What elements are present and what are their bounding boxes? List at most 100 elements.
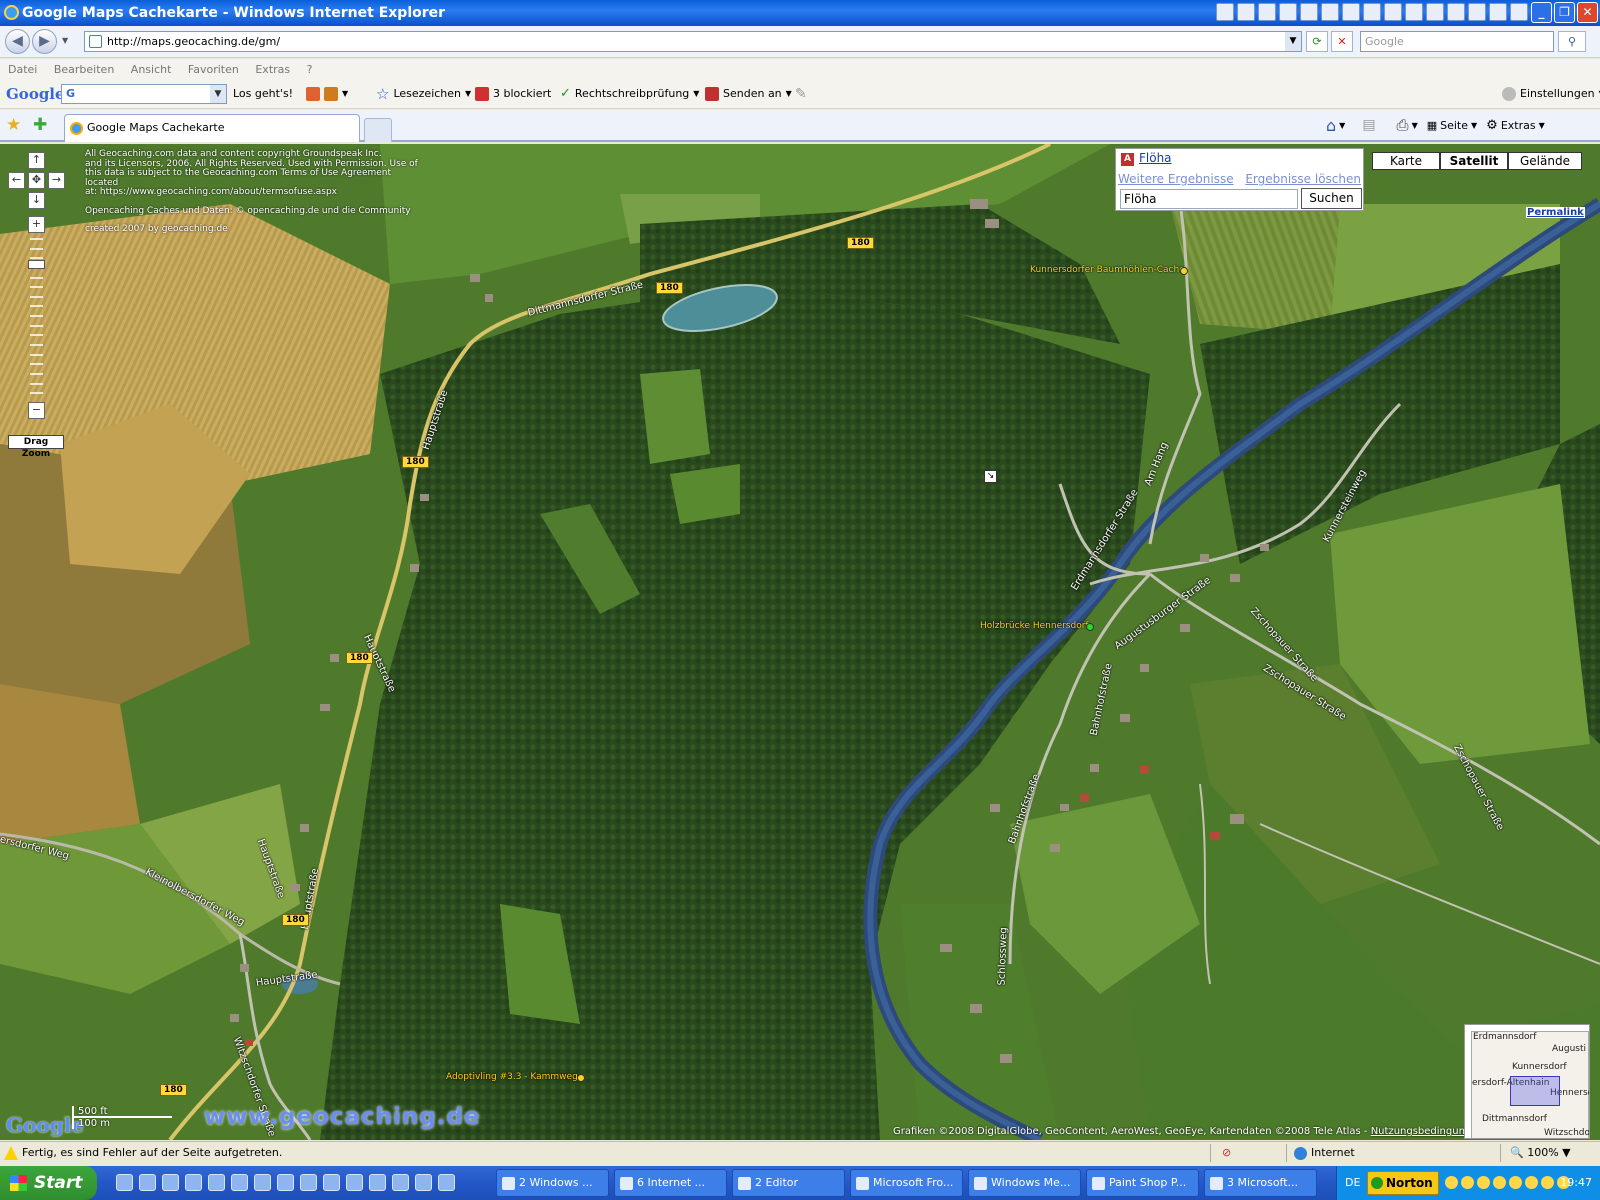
feed-icon[interactable]: ▤ xyxy=(1362,117,1375,133)
tray-icon[interactable] xyxy=(1541,1176,1554,1189)
chevron-down-icon[interactable]: ▼ xyxy=(1285,32,1301,51)
search-button[interactable]: Suchen xyxy=(1301,188,1362,209)
puzzle-icon[interactable] xyxy=(324,87,338,101)
zoom-in-button[interactable]: + xyxy=(28,216,45,233)
tray-icon[interactable] xyxy=(1493,1176,1506,1189)
print-icon[interactable]: ⎙ xyxy=(1397,116,1409,134)
app-icon[interactable] xyxy=(1468,3,1486,21)
quicklaunch-icon[interactable] xyxy=(254,1174,271,1191)
taskbar-button[interactable]: Paint Shop P... xyxy=(1086,1169,1199,1197)
new-tab-button[interactable] xyxy=(364,118,392,142)
security-zone[interactable]: Internet xyxy=(1294,1142,1355,1164)
send-button[interactable]: Senden an ▼ xyxy=(705,81,792,107)
app-icon[interactable] xyxy=(1405,3,1423,21)
quicklaunch-icon[interactable] xyxy=(231,1174,248,1191)
quicklaunch-icon[interactable] xyxy=(369,1174,386,1191)
popup-blocker-button[interactable]: 3 blockiert xyxy=(475,81,551,107)
app-icon[interactable] xyxy=(1384,3,1402,21)
menu-edit[interactable]: Bearbeiten xyxy=(54,63,114,76)
cache-label[interactable]: Holzbrücke Hennersdorf xyxy=(980,621,1089,631)
tray-icon[interactable] xyxy=(1509,1176,1522,1189)
tray-icon[interactable] xyxy=(1445,1176,1458,1189)
zoom-level[interactable]: 🔍 100% ▼ xyxy=(1510,1142,1571,1164)
taskbar-button[interactable]: 6 Internet ... xyxy=(614,1169,727,1197)
map-type-karte[interactable]: Karte xyxy=(1372,152,1440,170)
app-icon[interactable] xyxy=(1426,3,1444,21)
tab-google-maps-cachekarte[interactable]: Google Maps Cachekarte xyxy=(64,114,360,142)
taskbar-button[interactable]: 3 Microsoft... xyxy=(1204,1169,1317,1197)
app-icon[interactable] xyxy=(1216,3,1234,21)
warning-icon[interactable] xyxy=(4,1146,18,1160)
chevron-down-icon[interactable]: ▼ xyxy=(342,81,348,107)
chevron-down-icon[interactable]: ▼ xyxy=(1339,121,1345,130)
taskbar-button[interactable]: 2 Windows ... xyxy=(496,1169,609,1197)
drag-zoom-button[interactable]: Drag Zoom xyxy=(8,435,64,459)
search-result-link[interactable]: Flöha xyxy=(1139,151,1172,165)
tray-icon[interactable] xyxy=(1525,1176,1538,1189)
chevron-down-icon[interactable]: ▼ xyxy=(1412,121,1418,130)
app-icon[interactable] xyxy=(1258,3,1276,21)
cache-marker[interactable] xyxy=(1086,623,1094,631)
menu-file[interactable]: Datei xyxy=(8,63,37,76)
chevron-down-icon[interactable]: ▼ xyxy=(1539,121,1545,130)
quicklaunch-icon[interactable] xyxy=(116,1174,133,1191)
place-search-input[interactable] xyxy=(1120,189,1298,209)
chevron-down-icon[interactable]: ▼ xyxy=(1471,121,1477,130)
norton-button[interactable]: Norton xyxy=(1367,1171,1439,1195)
map-type-satellit[interactable]: Satellit xyxy=(1440,152,1508,170)
home-icon[interactable]: ⌂ xyxy=(1326,116,1336,135)
app-icon[interactable] xyxy=(1363,3,1381,21)
spellcheck-button[interactable]: ✓ Rechtschreibprüfung ▼ xyxy=(560,81,699,107)
geocaching-watermark[interactable]: www.geocaching.de xyxy=(204,1104,481,1130)
quicklaunch-icon[interactable] xyxy=(415,1174,432,1191)
app-icon[interactable] xyxy=(1279,3,1297,21)
pan-up-button[interactable]: ↑ xyxy=(28,152,45,169)
quicklaunch-icon[interactable] xyxy=(208,1174,225,1191)
taskbar-button[interactable]: Windows Me... xyxy=(968,1169,1081,1197)
taskbar-button[interactable]: 2 Editor xyxy=(732,1169,845,1197)
quicklaunch-icon[interactable] xyxy=(346,1174,363,1191)
quicklaunch-icon[interactable] xyxy=(392,1174,409,1191)
app-icon[interactable] xyxy=(1300,3,1318,21)
forward-button[interactable]: ▶ xyxy=(32,29,57,54)
app-icon[interactable] xyxy=(1342,3,1360,21)
tray-icon[interactable] xyxy=(1461,1176,1474,1189)
clear-results-link[interactable]: Ergebnisse löschen xyxy=(1245,172,1361,186)
google-search-input[interactable]: G ▼ xyxy=(61,84,227,104)
quicklaunch-icon[interactable] xyxy=(300,1174,317,1191)
quicklaunch-icon[interactable] xyxy=(323,1174,340,1191)
app-icon[interactable] xyxy=(1237,3,1255,21)
go-button[interactable]: Los geht's! xyxy=(233,81,293,107)
pan-right-button[interactable]: → xyxy=(48,172,65,189)
close-button[interactable]: ✕ xyxy=(1577,2,1598,23)
settings-button[interactable]: Einstellungen▼ xyxy=(1502,81,1600,107)
back-button[interactable]: ◀ xyxy=(5,29,30,54)
menu-view[interactable]: Ansicht xyxy=(131,63,172,76)
quicklaunch-icon[interactable] xyxy=(162,1174,179,1191)
protected-mode-icon[interactable]: ⊘ xyxy=(1222,1142,1231,1164)
page-menu[interactable]: Seite xyxy=(1440,119,1468,132)
map-type-gelaende[interactable]: Gelände xyxy=(1508,152,1582,170)
app-icon[interactable] xyxy=(1321,3,1339,21)
quicklaunch-icon[interactable] xyxy=(277,1174,294,1191)
url-input[interactable]: http://maps.geocaching.de/gm/ ▼ xyxy=(84,31,1302,52)
add-favorites-icon[interactable]: ✚ xyxy=(33,115,47,135)
cache-label[interactable]: Kunnersdorfer Baumhöhlen-Cache xyxy=(1030,265,1185,275)
quicklaunch-icon[interactable] xyxy=(185,1174,202,1191)
start-button[interactable]: Start xyxy=(0,1166,97,1200)
permalink-link[interactable]: Permalink xyxy=(1526,207,1585,218)
more-results-link[interactable]: Weitere Ergebnisse xyxy=(1118,172,1234,186)
menu-help[interactable]: ? xyxy=(307,63,313,76)
stop-button[interactable]: ✕ xyxy=(1331,31,1353,52)
search-input[interactable]: Google xyxy=(1360,31,1554,52)
pencil-icon[interactable]: ✎ xyxy=(795,81,807,107)
minimize-button[interactable]: _ xyxy=(1531,2,1552,23)
app-icon[interactable] xyxy=(1447,3,1465,21)
refresh-button[interactable]: ⟳ xyxy=(1306,31,1328,52)
pan-down-button[interactable]: ↓ xyxy=(28,192,45,209)
quicklaunch-icon[interactable] xyxy=(438,1174,455,1191)
pan-left-button[interactable]: ← xyxy=(8,172,25,189)
tray-icon[interactable] xyxy=(1477,1176,1490,1189)
overview-map[interactable]: Erdmannsdorf Augusti Kunnersdorf ersdorf… xyxy=(1464,1024,1590,1139)
cache-label[interactable]: Adoptivling #3.3 - Kammweg xyxy=(446,1072,578,1082)
